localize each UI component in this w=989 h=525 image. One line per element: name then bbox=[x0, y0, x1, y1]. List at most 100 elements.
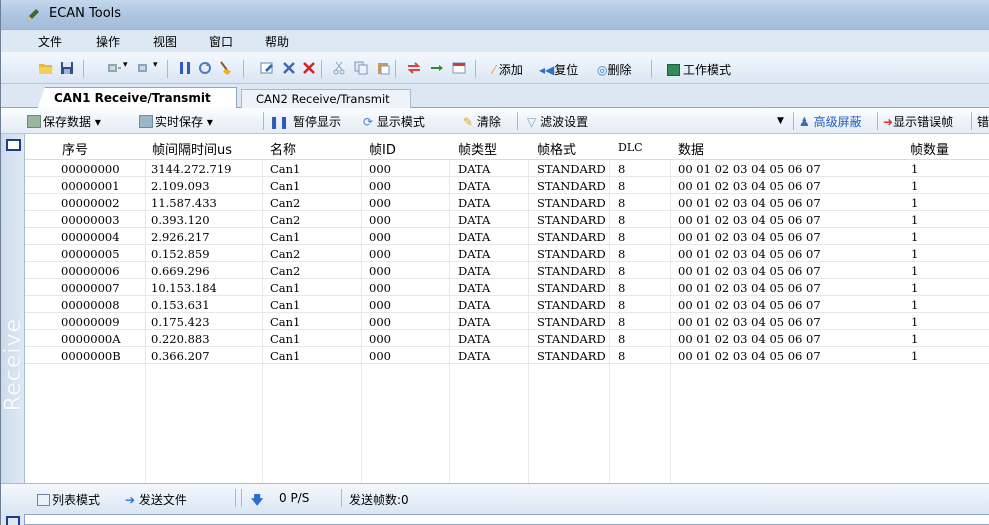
download-arrow-icon: 🡇 bbox=[251, 493, 264, 507]
display-mode-button[interactable]: ⟳ 显示模式 bbox=[363, 113, 425, 130]
column-header-dlc[interactable]: DLC bbox=[618, 141, 643, 154]
cell-dlc: 8 bbox=[618, 298, 626, 312]
cell-frame-format: STANDARD bbox=[537, 315, 606, 329]
paste-icon[interactable] bbox=[375, 60, 391, 76]
open-folder-icon[interactable] bbox=[38, 60, 54, 76]
cross-blue-icon[interactable] bbox=[281, 60, 297, 76]
menu-help[interactable]: 帮助 bbox=[265, 33, 289, 50]
cell-interval: 10.153.184 bbox=[151, 281, 217, 295]
table-row[interactable]: 0000000B 0.366.207 Can1 000 DATA STANDARD 8 00 … bbox=[25, 348, 989, 364]
column-header-frame-count[interactable]: 帧数量 bbox=[910, 139, 949, 158]
transmit-panel-edge bbox=[1, 511, 989, 525]
cell-data: 00 01 02 03 04 05 06 07 bbox=[678, 179, 821, 193]
send-arrows-icon[interactable] bbox=[406, 60, 422, 76]
advanced-mask-button[interactable]: ♟ 高级屏蔽 bbox=[799, 113, 862, 130]
cell-frame-type: DATA bbox=[458, 247, 491, 261]
broom-icon[interactable] bbox=[218, 60, 234, 76]
cell-frame-count: 1 bbox=[911, 281, 919, 295]
device-connect-icon[interactable] bbox=[106, 60, 122, 76]
column-header-name[interactable]: 名称 bbox=[270, 139, 296, 158]
refresh-icon[interactable] bbox=[197, 60, 213, 76]
table-row[interactable]: 00000008 0.153.631 Can1 000 DATA STANDARD 8 00 … bbox=[25, 297, 989, 313]
table-row[interactable]: 00000006 0.669.296 Can2 000 DATA STANDARD 8 00 … bbox=[25, 263, 989, 279]
cell-index: 00000008 bbox=[61, 298, 120, 312]
cell-interval: 0.175.423 bbox=[151, 315, 210, 329]
globe-delete-icon: ◎ bbox=[597, 63, 608, 77]
column-header-index[interactable]: 序号 bbox=[62, 139, 88, 158]
device-settings-icon[interactable] bbox=[136, 60, 152, 76]
cell-name: Can2 bbox=[270, 213, 301, 227]
list-mode-button[interactable]: 列表模式 bbox=[37, 491, 100, 508]
pause-display-button[interactable]: ❚❚ 暂停显示 bbox=[269, 113, 341, 130]
cell-dlc: 8 bbox=[618, 162, 626, 176]
show-error-frames-button[interactable]: ➜显示错误帧 bbox=[883, 113, 953, 130]
tab-can2[interactable]: CAN2 Receive/Transmit bbox=[241, 89, 411, 108]
cut-icon[interactable] bbox=[331, 60, 347, 76]
menu-file[interactable]: 文件 bbox=[38, 33, 62, 50]
table-row[interactable]: 00000009 0.175.423 Can1 000 DATA STANDARD 8 00 … bbox=[25, 314, 989, 330]
save-icon[interactable] bbox=[59, 60, 75, 76]
cell-index: 00000000 bbox=[61, 162, 120, 176]
clear-button[interactable]: ✎ 清除 bbox=[463, 113, 501, 130]
column-header-interval[interactable]: 帧间隔时间us bbox=[152, 139, 232, 158]
arrow-exchange-icon[interactable] bbox=[429, 60, 445, 76]
column-header-frame-type[interactable]: 帧类型 bbox=[458, 139, 497, 158]
cell-index: 00000007 bbox=[61, 281, 120, 295]
receive-table: 序号 帧间隔时间us 名称 帧ID 帧类型 帧格式 DLC 数据 帧数量 000… bbox=[25, 134, 989, 486]
tab-can1[interactable]: CAN1 Receive/Transmit bbox=[37, 87, 237, 109]
menu-operate[interactable]: 操作 bbox=[96, 33, 120, 50]
work-mode-button[interactable]: 工作模式 bbox=[667, 61, 731, 78]
copy-icon[interactable] bbox=[353, 60, 369, 76]
cell-interval: 11.587.433 bbox=[151, 196, 217, 210]
pause-icon[interactable] bbox=[177, 60, 193, 76]
table-row[interactable]: 00000004 2.926.217 Can1 000 DATA STANDARD 8 00 … bbox=[25, 229, 989, 245]
column-divider bbox=[449, 160, 450, 486]
sent-frames-counter: 发送帧数:0 bbox=[349, 493, 409, 507]
cell-name: Can2 bbox=[270, 264, 301, 278]
cell-frame-count: 1 bbox=[911, 179, 919, 193]
panel-toggle-icon[interactable] bbox=[6, 139, 21, 151]
cell-frame-id: 000 bbox=[369, 332, 391, 346]
cell-frame-type: DATA bbox=[458, 298, 491, 312]
list-mode-icon bbox=[37, 494, 50, 506]
cell-dlc: 8 bbox=[618, 179, 626, 193]
menu-window[interactable]: 窗口 bbox=[209, 33, 233, 50]
column-header-frame-format[interactable]: 帧格式 bbox=[537, 139, 576, 158]
cell-frame-id: 000 bbox=[369, 179, 391, 193]
cell-frame-count: 1 bbox=[911, 298, 919, 312]
edit-icon[interactable] bbox=[259, 60, 275, 76]
save-data-button[interactable]: 保存数据 ▾ bbox=[27, 113, 101, 130]
delete-button[interactable]: ◎删除 bbox=[597, 61, 632, 78]
table-row[interactable]: 00000007 10.153.184 Can1 000 DATA STANDARD 8 00… bbox=[25, 280, 989, 296]
table-row[interactable]: 00000005 0.152.859 Can2 000 DATA STANDARD 8 00 … bbox=[25, 246, 989, 262]
panel-toggle-icon[interactable] bbox=[6, 516, 20, 525]
delete-red-icon[interactable] bbox=[301, 60, 317, 76]
cell-name: Can1 bbox=[270, 230, 301, 244]
truncated-toolbar-label[interactable]: 错 bbox=[977, 113, 989, 130]
column-header-data[interactable]: 数据 bbox=[678, 139, 704, 158]
reset-button[interactable]: ◂◀复位 bbox=[539, 61, 578, 78]
table-row[interactable]: 00000001 2.109.093 Can1 000 DATA STANDARD 8 00 … bbox=[25, 178, 989, 194]
table-row[interactable]: 00000000 3144.272.719 Can1 000 DATA STANDARD 8… bbox=[25, 161, 989, 177]
send-file-button[interactable]: ➔ 发送文件 bbox=[125, 491, 187, 508]
filter-settings-button[interactable]: ▽ 滤波设置 bbox=[527, 113, 588, 130]
error-frame-icon: ➜ bbox=[883, 115, 894, 129]
table-row[interactable]: 00000003 0.393.120 Can2 000 DATA STANDARD 8 00 … bbox=[25, 212, 989, 228]
table-row[interactable]: 00000002 11.587.433 Can2 000 DATA STANDARD 8 00… bbox=[25, 195, 989, 211]
table-row[interactable]: 0000000A 0.220.883 Can1 000 DATA STANDARD 8 00 … bbox=[25, 331, 989, 347]
menu-view[interactable]: 视图 bbox=[153, 33, 177, 50]
cell-frame-format: STANDARD bbox=[537, 162, 606, 176]
status-bar: 列表模式 ➔ 发送文件 🡇 0 P/S 发送帧数:0 bbox=[1, 483, 989, 511]
cell-interval: 0.366.207 bbox=[151, 349, 210, 363]
column-header-frame-id[interactable]: 帧ID bbox=[369, 139, 396, 158]
cell-data: 00 01 02 03 04 05 06 07 bbox=[678, 315, 821, 329]
cell-frame-id: 000 bbox=[369, 162, 391, 176]
add-button[interactable]: ⁄ 添加 bbox=[493, 61, 523, 78]
dropdown-arrow-icon[interactable]: ▼ bbox=[777, 116, 784, 126]
cell-interval: 0.153.631 bbox=[151, 298, 210, 312]
dropdown-arrow-icon[interactable]: ▾ bbox=[153, 60, 158, 70]
main-toolbar: ▾ ▾ ⁄ 添加 ◂◀复位 ◎删除 工作模式 bbox=[1, 52, 989, 84]
window-icon[interactable] bbox=[451, 60, 467, 76]
realtime-save-button[interactable]: 实时保存 ▾ bbox=[139, 113, 213, 130]
dropdown-arrow-icon[interactable]: ▾ bbox=[123, 60, 128, 70]
